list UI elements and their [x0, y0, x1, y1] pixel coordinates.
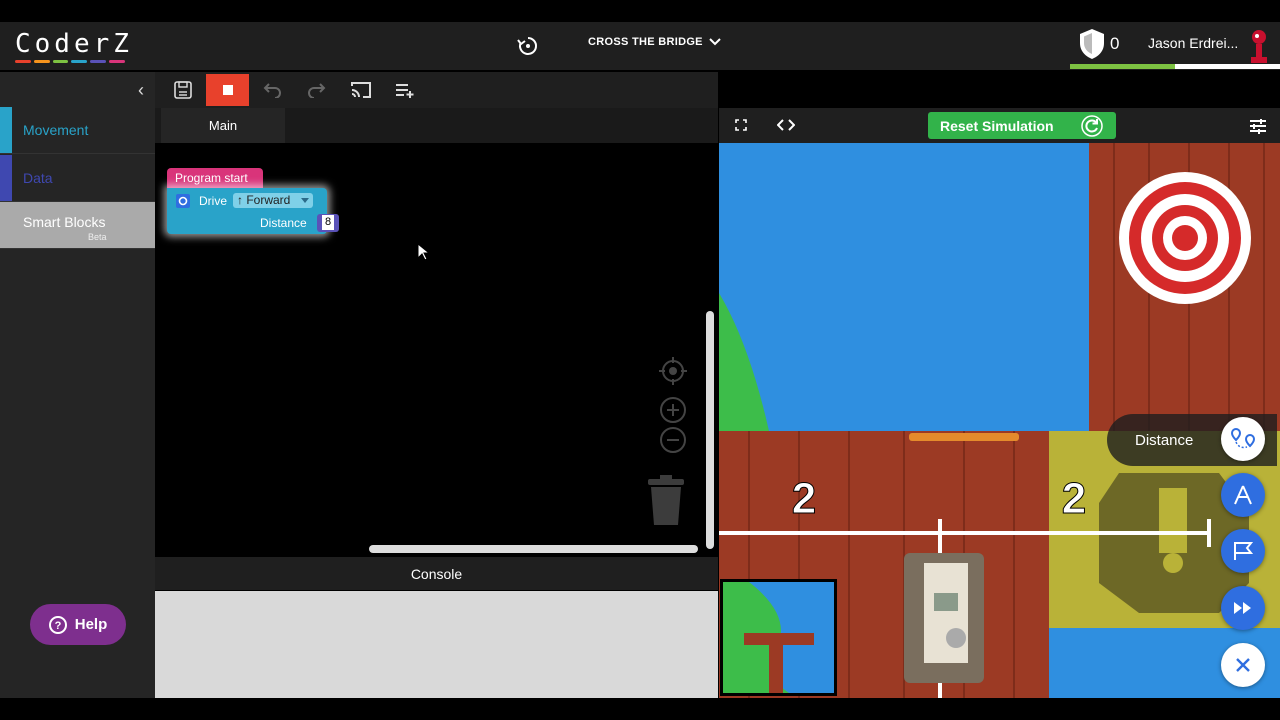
simulation-toolbar: Reset Simulation — [719, 108, 1280, 143]
mission-selector[interactable]: CROSS THE BRIDGE — [588, 36, 721, 48]
stop-button[interactable] — [206, 74, 249, 106]
progress-bar — [1070, 64, 1280, 69]
collapse-sidebar-icon[interactable]: ‹ — [138, 80, 154, 100]
console-title: Console — [410, 565, 463, 582]
measure-icon — [1234, 485, 1252, 505]
history-icon[interactable] — [516, 34, 540, 58]
chevron-down-icon — [301, 198, 309, 203]
console-output — [155, 591, 718, 698]
help-label: Help — [74, 616, 108, 633]
svg-text:?: ? — [54, 620, 61, 632]
close-button[interactable] — [1221, 643, 1265, 687]
route-icon — [1230, 427, 1256, 449]
user-name[interactable]: Jason Erdrei... — [1148, 35, 1238, 51]
save-icon[interactable] — [163, 74, 203, 106]
drive-block[interactable]: Drive ↑ Forward Distance — [167, 188, 327, 234]
category-movement[interactable]: Movement — [0, 107, 155, 154]
zoom-out-icon[interactable] — [659, 426, 687, 454]
distance-marker-right: 2 — [1062, 474, 1086, 523]
crosshair-icon[interactable] — [659, 357, 687, 385]
gear-icon — [176, 194, 190, 208]
horizontal-scrollbar[interactable] — [369, 545, 698, 553]
flag-button[interactable] — [1221, 529, 1265, 573]
reset-label: Reset Simulation — [940, 118, 1054, 134]
logo-color-bar — [15, 60, 125, 63]
category-smart-blocks[interactable]: Smart Blocks Beta — [0, 202, 155, 249]
program-start-block[interactable]: Program start — [167, 168, 263, 188]
vertical-scrollbar[interactable] — [706, 311, 714, 549]
chevron-down-icon — [709, 38, 721, 46]
direction-dropdown[interactable]: ↑ Forward — [233, 193, 313, 208]
cursor-icon — [417, 243, 429, 261]
workspace-tab-bar: Main — [155, 108, 718, 143]
category-label: Smart Blocks — [23, 214, 106, 230]
distance-label: Distance — [260, 216, 307, 230]
fast-forward-icon — [1234, 602, 1251, 614]
code-icon[interactable] — [777, 119, 795, 131]
flag-icon — [1234, 542, 1254, 560]
cast-icon[interactable] — [341, 74, 381, 106]
distance-value-block[interactable]: 8 — [317, 214, 339, 232]
zoom-in-icon[interactable] — [659, 396, 687, 424]
progress-fill — [1070, 64, 1175, 69]
close-icon — [1236, 658, 1250, 672]
refresh-icon — [1081, 115, 1103, 137]
fast-forward-button[interactable] — [1221, 586, 1265, 630]
score-count: 0 — [1110, 34, 1120, 53]
avatar[interactable] — [1248, 27, 1270, 65]
help-button[interactable]: ? Help — [30, 604, 126, 645]
fullscreen-icon[interactable] — [735, 119, 747, 131]
redo-icon[interactable] — [297, 74, 337, 106]
category-label: Movement — [23, 122, 89, 138]
coderz-logo[interactable]: CoderZ — [15, 24, 133, 64]
trash-icon[interactable] — [646, 475, 686, 527]
top-header: CoderZ CROSS THE BRIDGE 0 Jason Erdrei..… — [0, 22, 1280, 70]
sliders-icon[interactable] — [1249, 118, 1267, 134]
distance-marker-left: 2 — [792, 474, 816, 523]
beta-badge: Beta — [88, 232, 107, 242]
editor-toolbar — [155, 72, 718, 108]
reset-simulation-button[interactable]: Reset Simulation — [928, 112, 1116, 139]
console-header[interactable]: Console — [155, 557, 718, 590]
drive-label: Drive — [199, 194, 228, 208]
tab-main[interactable]: Main — [161, 108, 285, 143]
measure-button[interactable] — [1221, 473, 1265, 517]
help-icon: ? — [48, 615, 67, 634]
block-workspace[interactable]: Program start Drive ↑ Forward Distance 8 — [155, 143, 718, 555]
distance-value[interactable]: 8 — [322, 215, 334, 230]
shield-icon — [1078, 28, 1106, 60]
block-category-sidebar: ‹ Movement Data Smart Blocks Beta ? Help — [0, 72, 155, 698]
category-label: Data — [23, 170, 53, 186]
mission-title: CROSS THE BRIDGE — [588, 36, 703, 48]
category-data[interactable]: Data — [0, 155, 155, 202]
direction-value: ↑ Forward — [237, 193, 291, 207]
undo-icon[interactable] — [252, 74, 292, 106]
stop-icon — [222, 85, 233, 95]
distance-label: Distance — [1135, 432, 1194, 449]
simulation-view[interactable]: 2 2 Distance — [719, 143, 1280, 698]
add-playlist-icon[interactable] — [385, 74, 425, 106]
route-button[interactable] — [1221, 417, 1265, 461]
